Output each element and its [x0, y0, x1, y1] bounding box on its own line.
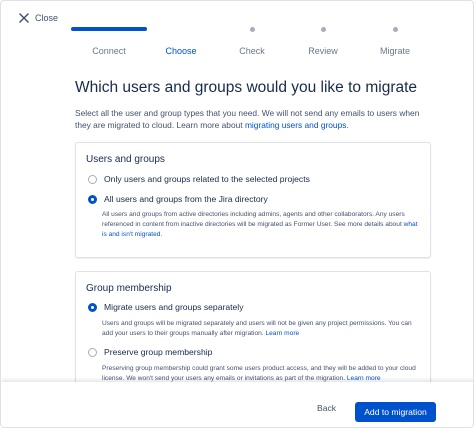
intro-end: .	[346, 120, 349, 130]
step-choose: Choose	[141, 23, 221, 56]
radio-related-users[interactable]: Only users and groups related to the sel…	[88, 174, 310, 184]
step-dot	[320, 26, 326, 32]
radio-label: All users and groups from the Jira direc…	[104, 194, 268, 204]
progress-stepper: Connect Choose Check Review Migrate	[69, 23, 439, 63]
learn-more-link[interactable]: Learn more	[347, 375, 381, 382]
radio-preserve-membership[interactable]: Preserve group membership	[88, 347, 212, 357]
radio-checked[interactable]	[88, 194, 97, 204]
all-users-description: All users and groups from active directo…	[102, 210, 422, 240]
preserve-description: Preserving group membership could grant …	[102, 364, 422, 384]
step-dot	[392, 26, 398, 32]
close-icon	[19, 13, 29, 23]
step-label: Migrate	[379, 46, 410, 56]
step-label: Check	[239, 46, 265, 56]
step-connect: Connect	[69, 23, 149, 56]
add-to-migration-button[interactable]: Add to migration	[355, 402, 436, 422]
step-check: Check	[212, 23, 292, 56]
intro-text: Select all the user and group types that…	[75, 107, 427, 131]
step-label: Choose	[165, 46, 197, 56]
step-label: Review	[308, 46, 338, 56]
learn-more-link[interactable]: Learn more	[265, 330, 299, 337]
radio-migrate-separately[interactable]: Migrate users and groups separately	[88, 302, 244, 312]
description-text: All users and groups from active directo…	[102, 211, 405, 228]
radio-label: Only users and groups related to the sel…	[104, 174, 310, 184]
radio-unchecked[interactable]	[88, 174, 97, 184]
page-title: Which users and groups would you like to…	[75, 79, 418, 96]
back-button[interactable]: Back	[317, 403, 336, 413]
step-label: Connect	[92, 46, 126, 56]
radio-all-users[interactable]: All users and groups from the Jira direc…	[88, 194, 268, 204]
step-review: Review	[283, 23, 363, 56]
description-end: .	[160, 231, 163, 238]
step-migrate: Migrate	[355, 23, 435, 56]
card-title: Users and groups	[86, 154, 165, 165]
close-label: Close	[35, 13, 59, 23]
description-text: Users and groups will be migrated separa…	[102, 320, 412, 337]
radio-label: Preserve group membership	[104, 347, 213, 357]
separate-description: Users and groups will be migrated separa…	[102, 319, 422, 339]
users-groups-card: Users and groups Only users and groups r…	[75, 142, 431, 258]
dialog-footer: Back Add to migration	[1, 382, 473, 427]
card-title: Group membership	[86, 283, 172, 294]
step-dot	[249, 26, 255, 32]
radio-unchecked[interactable]	[88, 347, 97, 357]
radio-label: Migrate users and groups separately	[104, 302, 244, 312]
radio-checked[interactable]	[88, 302, 97, 312]
step-progress-bar	[71, 27, 147, 31]
migration-dialog: Close Connect Choose Check Review Migrat…	[0, 0, 474, 428]
migrating-users-link[interactable]: migrating users and groups	[245, 120, 347, 130]
close-button[interactable]: Close	[19, 13, 58, 23]
